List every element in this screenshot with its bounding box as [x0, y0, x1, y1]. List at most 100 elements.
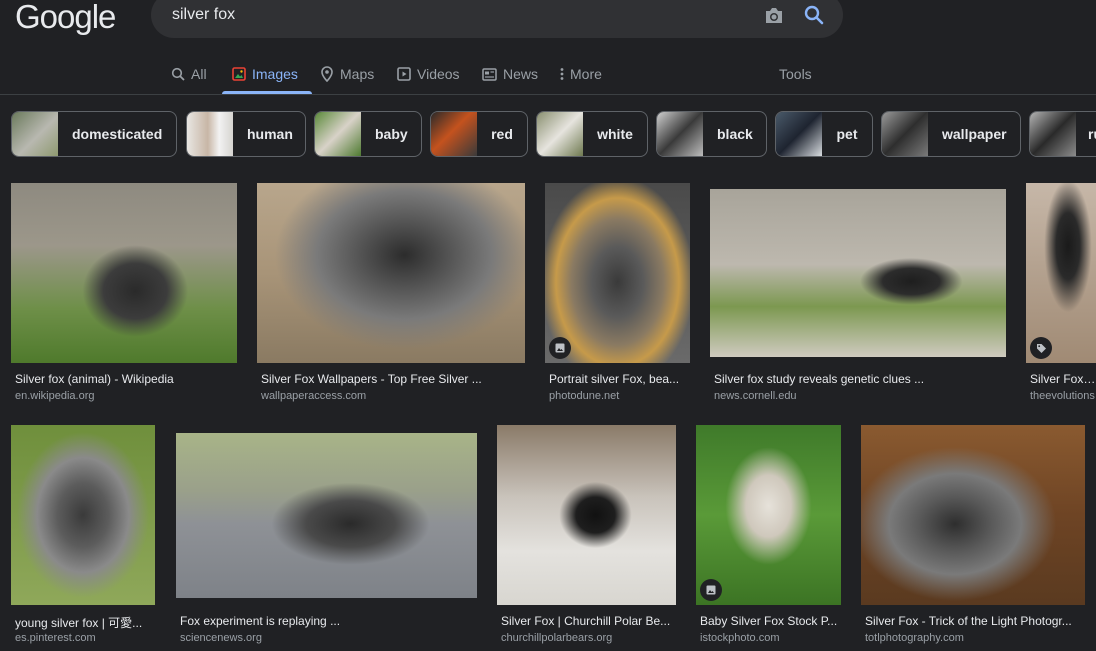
result-source: en.wikipedia.org — [15, 390, 95, 402]
camera-icon[interactable] — [763, 6, 785, 26]
chip-label: domesticated — [72, 126, 163, 142]
chip-ru[interactable]: ru — [1029, 111, 1096, 157]
result-title[interactable]: Silver Fox | Churchill Polar Be... — [501, 614, 674, 628]
result-source: sciencenews.org — [180, 632, 262, 644]
result-source: news.cornell.edu — [714, 390, 797, 402]
chip-label: black — [717, 126, 753, 142]
result-image[interactable] — [11, 183, 237, 363]
result-source: churchillpolarbears.org — [501, 632, 613, 644]
search-bar[interactable]: silver fox — [151, 0, 843, 38]
search-icon — [171, 67, 185, 81]
tab-label: All — [191, 66, 207, 82]
tab-label: Images — [252, 66, 298, 82]
image-result[interactable]: Fox experiment is replaying ... sciencen… — [176, 433, 477, 647]
tab-all[interactable]: All — [171, 56, 207, 92]
chip-thumbnail — [657, 112, 703, 156]
play-icon — [397, 67, 411, 81]
chip-thumbnail — [187, 112, 233, 156]
chip-thumbnail — [315, 112, 361, 156]
search-input[interactable]: silver fox — [172, 6, 235, 24]
chip-thumbnail — [776, 112, 822, 156]
chip-label: ru — [1088, 126, 1096, 142]
tab-more[interactable]: More — [560, 56, 602, 92]
chip-label: white — [597, 126, 633, 142]
result-image[interactable] — [545, 183, 690, 363]
chip-human[interactable]: human — [186, 111, 306, 157]
image-result[interactable]: Silver Fox - T theevolutions — [1026, 183, 1096, 405]
result-image[interactable] — [696, 425, 841, 605]
tab-label: Maps — [340, 66, 375, 82]
result-image[interactable] — [1026, 183, 1096, 363]
news-icon — [482, 67, 497, 81]
image-result[interactable]: Silver fox (animal) - Wikipedia en.wikip… — [11, 183, 237, 405]
image-badge — [549, 337, 571, 359]
chip-label: human — [247, 126, 293, 142]
image-result[interactable]: Silver Fox - Trick of the Light Photogr.… — [861, 425, 1085, 647]
result-image[interactable] — [710, 189, 1006, 357]
chip-thumbnail — [431, 112, 477, 156]
result-image[interactable] — [861, 425, 1085, 605]
result-title[interactable]: Silver Fox - T — [1030, 372, 1096, 386]
image-result[interactable]: Portrait silver Fox, bea... photodune.ne… — [545, 183, 690, 405]
image-result[interactable]: young silver fox | 可愛... es.pinterest.co… — [11, 425, 155, 647]
image-result[interactable]: Silver fox study reveals genetic clues .… — [710, 189, 1006, 405]
chip-thumbnail — [12, 112, 58, 156]
chip-label: red — [491, 126, 513, 142]
result-image[interactable] — [257, 183, 525, 363]
image-icon — [232, 67, 246, 81]
tabs-divider — [0, 94, 1096, 95]
chip-thumbnail — [882, 112, 928, 156]
image-badge — [700, 579, 722, 601]
result-source: photodune.net — [549, 390, 620, 402]
result-title[interactable]: Baby Silver Fox Stock P... — [700, 614, 839, 628]
image-result[interactable]: Silver Fox | Churchill Polar Be... churc… — [497, 425, 676, 647]
chip-black[interactable]: black — [656, 111, 767, 157]
tools-label: Tools — [779, 66, 812, 82]
chip-pet[interactable]: pet — [775, 111, 873, 157]
image-result[interactable]: Baby Silver Fox Stock P... istockphoto.c… — [696, 425, 841, 647]
result-source: theevolutions — [1030, 390, 1095, 402]
result-title[interactable]: Fox experiment is replaying ... — [180, 614, 475, 628]
tab-videos[interactable]: Videos — [397, 56, 460, 92]
result-source: totlphotography.com — [865, 632, 964, 644]
result-source: es.pinterest.com — [15, 632, 96, 644]
tag-icon — [1036, 343, 1046, 353]
result-image[interactable] — [497, 425, 676, 605]
result-title[interactable]: Silver fox (animal) - Wikipedia — [15, 372, 235, 386]
chip-label: pet — [836, 126, 858, 142]
google-logo[interactable]: Google — [15, 0, 116, 38]
result-title[interactable]: Silver Fox - Trick of the Light Photogr.… — [865, 614, 1083, 628]
result-title[interactable]: young silver fox | 可愛... — [15, 614, 153, 631]
chip-white[interactable]: white — [536, 111, 648, 157]
chip-thumbnail — [537, 112, 583, 156]
search-tabs: All Images Maps Videos News More Tools — [0, 56, 1096, 94]
tab-label: Videos — [417, 66, 460, 82]
chip-label: baby — [375, 126, 408, 142]
related-searches-chips: domesticated human baby red white black … — [0, 111, 1096, 159]
result-title[interactable]: Portrait silver Fox, bea... — [549, 372, 688, 386]
tab-maps[interactable]: Maps — [320, 56, 374, 92]
tab-images[interactable]: Images — [222, 56, 312, 94]
image-icon — [555, 343, 565, 353]
image-result[interactable]: Silver Fox Wallpapers - Top Free Silver … — [257, 183, 525, 405]
chip-thumbnail — [1030, 112, 1076, 156]
tab-news[interactable]: News — [482, 56, 538, 92]
chip-domesticated[interactable]: domesticated — [11, 111, 177, 157]
chip-baby[interactable]: baby — [314, 111, 422, 157]
result-image[interactable] — [176, 433, 477, 598]
result-title[interactable]: Silver fox study reveals genetic clues .… — [714, 372, 1004, 386]
result-source: wallpaperaccess.com — [261, 390, 367, 402]
search-icon[interactable] — [803, 4, 825, 26]
result-title[interactable]: Silver Fox Wallpapers - Top Free Silver … — [261, 372, 523, 386]
chip-label: wallpaper — [942, 126, 1007, 142]
chip-wallpaper[interactable]: wallpaper — [881, 111, 1021, 157]
result-source: istockphoto.com — [700, 632, 780, 644]
tab-label: More — [570, 66, 602, 82]
image-icon — [706, 585, 716, 595]
chip-red[interactable]: red — [430, 111, 528, 157]
map-pin-icon — [321, 66, 333, 82]
result-image[interactable] — [11, 425, 155, 605]
tools-button[interactable]: Tools — [779, 56, 812, 92]
tab-label: News — [503, 66, 539, 82]
more-vertical-icon — [560, 68, 564, 80]
